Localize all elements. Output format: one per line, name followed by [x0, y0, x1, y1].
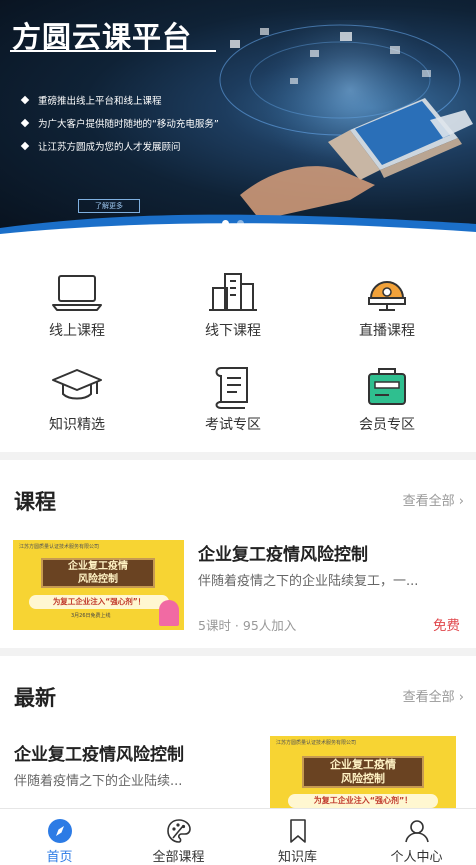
- category-label: 知识精选: [49, 417, 105, 433]
- buildings-icon: [209, 273, 257, 311]
- banner-bullet: 为广大客户提供随时随地的“移动充电服务”: [20, 111, 219, 134]
- course-title: 企业复工疫情风险控制: [198, 545, 368, 565]
- courses-section: 课程 查看全部 › 江苏方圆质量认证技术服务有限公司 企业复工疫情 风险控制 为…: [0, 460, 476, 648]
- category-label: 线上课程: [49, 323, 105, 339]
- thumb-slogan: 为复工企业注入“强心剂”！: [288, 794, 438, 808]
- category-label: 考试专区: [205, 417, 261, 433]
- category-label: 线下课程: [205, 323, 261, 339]
- tab-label: 个人中心: [390, 850, 443, 865]
- thumb-date: 3月26日免费上线: [71, 613, 111, 619]
- course-meta: 5课时 · 95人加入: [198, 618, 297, 633]
- section-title: 课程: [14, 490, 56, 514]
- chevron-right-icon: ›: [454, 690, 464, 705]
- course-thumbnail: 江苏方圆质量认证技术服务有限公司 企业复工疫情 风险控制 为复工企业注入“强心剂…: [270, 736, 456, 808]
- laptop-icon: [52, 275, 102, 311]
- alarm-bell-icon: [368, 281, 406, 311]
- banner-bullet: 让江苏方圆成为您的人才发展顾问: [20, 134, 219, 157]
- thumb-org-text: 江苏方圆质量认证技术服务有限公司: [276, 740, 357, 746]
- see-all-label: 查看全部: [402, 690, 455, 705]
- promo-banner[interactable]: 方圆云课平台 重磅推出线上平台和线上课程 为广大客户提供随时随地的“移动充电服务…: [0, 0, 476, 240]
- tab-profile[interactable]: 个人中心: [357, 809, 476, 865]
- thumb-title-panel: 企业复工疫情 风险控制: [302, 756, 424, 788]
- thumb-org-text: 江苏方圆质量认证技术服务有限公司: [19, 544, 100, 550]
- category-knowledge-picks[interactable]: 知识精选: [12, 362, 142, 434]
- course-title: 企业复工疫情风险控制: [14, 745, 184, 765]
- see-all-courses-link[interactable]: 查看全部 ›: [403, 490, 464, 509]
- tab-knowledge-base[interactable]: 知识库: [238, 809, 357, 865]
- compass-icon: [47, 819, 72, 843]
- thumb-title-line: 风险控制: [341, 772, 385, 785]
- tab-label: 全部课程: [152, 850, 205, 865]
- graduation-cap-icon: [52, 369, 102, 400]
- banner-bullets: 重磅推出线上平台和线上课程 为广大客户提供随时随地的“移动充电服务” 让江苏方圆…: [20, 88, 219, 157]
- banner-bullet: 重磅推出线上平台和线上课程: [20, 88, 219, 111]
- category-live-courses[interactable]: 直播课程: [322, 268, 452, 340]
- thumb-title-panel: 企业复工疫情 风险控制: [41, 558, 155, 588]
- carousel-dot-active[interactable]: [222, 220, 229, 227]
- latest-section: 最新 查看全部 › 企业复工疫情风险控制 伴随着疫情之下的企业陆续... 江苏方…: [0, 656, 476, 808]
- course-thumbnail: 江苏方圆质量认证技术服务有限公司 企业复工疫情 风险控制 为复工企业注入“强心剂…: [13, 540, 184, 630]
- tab-home[interactable]: 首页: [0, 809, 119, 865]
- see-all-label: 查看全部: [402, 494, 455, 509]
- category-member-zone[interactable]: 会员专区: [322, 362, 452, 434]
- diamond-bullet-icon: [20, 141, 30, 150]
- chevron-right-icon: ›: [454, 494, 464, 509]
- diamond-bullet-icon: [20, 95, 30, 104]
- banner-bullet-text: 让江苏方圆成为您的人才发展顾问: [38, 141, 181, 153]
- app-page: 方圆云课平台 重磅推出线上平台和线上课程 为广大客户提供随时随地的“移动充电服务…: [0, 0, 476, 865]
- tab-label: 知识库: [277, 850, 317, 865]
- banner-title-underline: [10, 50, 216, 52]
- section-title: 最新: [14, 686, 56, 710]
- course-description: 伴随着疫情之下的企业陆续...: [14, 774, 183, 789]
- course-description: 伴随着疫情之下的企业陆续复工，一...: [198, 574, 419, 589]
- user-icon: [404, 820, 429, 843]
- category-exam-zone[interactable]: 考试专区: [168, 362, 298, 434]
- category-grid: 线上课程 线下课程 直播课程 知识精选 考试专区 会员专区: [0, 240, 476, 452]
- carousel-indicator: [222, 220, 244, 227]
- see-all-latest-link[interactable]: 查看全部 ›: [403, 686, 464, 705]
- tab-all-courses[interactable]: 全部课程: [119, 809, 238, 865]
- thumb-figure: [159, 600, 179, 626]
- banner-bullet-text: 为广大客户提供随时随地的“移动充电服务”: [38, 118, 219, 130]
- thumb-slogan: 为复工企业注入“强心剂”！: [29, 595, 169, 609]
- thumb-title-line: 企业复工疫情: [330, 758, 396, 771]
- course-price: 免费: [433, 618, 460, 634]
- category-label: 会员专区: [359, 417, 415, 433]
- carousel-dot[interactable]: [237, 220, 244, 227]
- bottom-tab-bar: 首页 全部课程 知识库 个人中心: [0, 808, 476, 865]
- bookmark-icon: [289, 819, 306, 843]
- thumb-title-line: 风险控制: [78, 574, 118, 585]
- laptop-hand-illustration: [219, 20, 473, 220]
- palette-icon: [166, 819, 191, 843]
- diamond-bullet-icon: [20, 118, 30, 127]
- thumb-title-line: 企业复工疫情: [68, 561, 128, 572]
- scroll-icon: [215, 367, 248, 409]
- tab-label: 首页: [46, 850, 73, 865]
- category-online-courses[interactable]: 线上课程: [12, 268, 142, 340]
- category-offline-courses[interactable]: 线下课程: [168, 268, 298, 340]
- banner-bullet-text: 重磅推出线上平台和线上课程: [38, 95, 162, 107]
- member-card-icon: [368, 368, 406, 405]
- category-label: 直播课程: [359, 323, 415, 339]
